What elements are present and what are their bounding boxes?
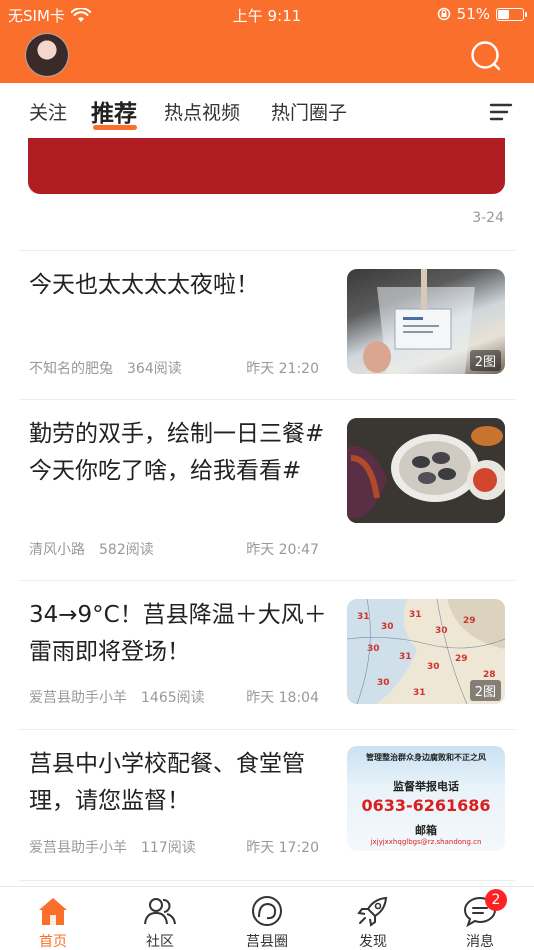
tabbar-community-label: 社区 — [146, 934, 174, 950]
tabbar-home-label: 首页 — [39, 934, 67, 950]
tabbar-messages-label: 消息 — [466, 934, 494, 950]
svg-text:30: 30 — [427, 662, 440, 672]
thumb-email: jxjyjxxhqglbgs@rz.shandong.cn — [370, 838, 482, 846]
feed-item[interactable]: 今天也太太太太夜啦！ 不知名的肥兔 364阅读 昨天 21:20 2图 — [0, 251, 534, 399]
divider — [19, 880, 515, 881]
status-bar: 无SIM卡 上午 9:11 51% — [0, 0, 534, 30]
feed-item-thumbnail[interactable]: 管理整治群众身边腐败和不正之风 监督举报电话 0633-6261686 邮箱 j… — [347, 746, 505, 851]
thumb-phone: 0633-6261686 — [361, 796, 491, 815]
feed-item-meta: 爱莒县助手小羊 1465阅读 昨天 18:04 — [29, 687, 319, 707]
tab-recommend[interactable]: 推荐 — [91, 94, 137, 128]
food-image — [347, 418, 505, 523]
feed-item-thumbnail[interactable]: 2图 — [347, 269, 505, 374]
rocket-icon — [357, 896, 388, 927]
image-count-badge: 2图 — [469, 350, 501, 371]
battery-percent: 51% — [456, 5, 490, 23]
circle-icon — [252, 896, 282, 926]
feed-item[interactable]: 勤劳的双手，绘制一日三餐#今天你吃了啥，给我看看# 清风小路 582阅读 昨天 … — [0, 400, 534, 580]
feed-item-author: 不知名的肥兔 — [29, 361, 113, 377]
feed-item-reads: 582阅读 — [99, 542, 154, 558]
home-icon — [39, 898, 67, 925]
svg-text:30: 30 — [435, 626, 448, 636]
feed-item-thumbnail[interactable]: 31 30 31 30 29 30 31 30 29 28 30 31 2图 — [347, 599, 505, 704]
feed-item-time: 昨天 21:20 — [246, 361, 319, 377]
active-tab-indicator — [93, 125, 137, 130]
banner-image[interactable] — [28, 138, 505, 194]
news-feed[interactable]: 3-24 今天也太太太太夜啦！ 不知名的肥兔 364阅读 昨天 21:20 2图… — [0, 138, 534, 886]
image-count-badge: 2图 — [469, 680, 501, 701]
feed-item-meta: 清风小路 582阅读 昨天 20:47 — [29, 539, 319, 559]
tabbar-community[interactable]: 社区 — [125, 887, 195, 950]
status-right: 51% — [437, 5, 527, 23]
user-avatar[interactable] — [25, 33, 69, 77]
svg-text:31: 31 — [413, 688, 426, 698]
svg-text:31: 31 — [357, 612, 370, 622]
tabbar-messages[interactable]: 2 消息 — [445, 887, 515, 950]
svg-text:29: 29 — [463, 616, 476, 626]
feed-item-time: 昨天 18:04 — [246, 690, 319, 706]
tab-follow[interactable]: 关注 — [29, 98, 67, 125]
tab-hot-circles[interactable]: 热门圈子 — [271, 98, 347, 125]
banner-date: 3-24 — [472, 210, 504, 226]
bottom-tab-bar: 首页 社区 莒县圈 发现 2 消息 — [0, 886, 534, 950]
thumb-line1: 管理整治群众身边腐败和不正之风 — [366, 753, 486, 762]
feed-item-time: 昨天 17:20 — [246, 840, 319, 856]
feed-item[interactable]: 莒县中小学校配餐、食堂管理，请您监督！ 爱莒县助手小羊 117阅读 昨天 17:… — [0, 730, 534, 880]
search-icon[interactable] — [468, 38, 504, 74]
feed-item-meta: 不知名的肥兔 364阅读 昨天 21:20 — [29, 358, 319, 378]
feed-item-author: 爱莒县助手小羊 — [29, 690, 127, 706]
svg-text:30: 30 — [377, 678, 390, 688]
battery-icon — [496, 7, 527, 21]
feed-item-title[interactable]: 莒县中小学校配餐、食堂管理，请您监督！ — [29, 746, 329, 820]
tabbar-circle[interactable]: 莒县圈 — [232, 887, 302, 950]
feed-item-title[interactable]: 勤劳的双手，绘制一日三餐#今天你吃了啥，给我看看# — [29, 416, 329, 490]
rotation-lock-icon — [437, 7, 450, 21]
category-tabs: 关注 推荐 热点视频 热门圈子 — [0, 83, 534, 138]
svg-text:28: 28 — [483, 670, 496, 680]
feed-item-title[interactable]: 34→9°C！莒县降温＋大风＋雷雨即将登场！ — [29, 597, 329, 671]
feed-item[interactable]: 34→9°C！莒县降温＋大风＋雷雨即将登场！ 爱莒县助手小羊 1465阅读 昨天… — [0, 581, 534, 729]
feed-item-title[interactable]: 今天也太太太太夜啦！ — [29, 267, 329, 304]
tab-hot-video[interactable]: 热点视频 — [164, 98, 240, 125]
feed-item-meta: 爱莒县助手小羊 117阅读 昨天 17:20 — [29, 837, 319, 857]
feed-item-author: 爱莒县助手小羊 — [29, 840, 127, 856]
feed-item-time: 昨天 20:47 — [246, 542, 319, 558]
menu-lines-icon[interactable] — [489, 102, 513, 122]
top-bar: 无SIM卡 上午 9:11 51% — [0, 0, 534, 83]
tabbar-circle-label: 莒县圈 — [246, 934, 288, 950]
thumb-line3: 邮箱 — [415, 824, 437, 837]
svg-text:31: 31 — [399, 652, 412, 662]
tabbar-discover-label: 发现 — [359, 934, 387, 950]
community-icon — [144, 898, 176, 925]
feed-item-reads: 117阅读 — [141, 840, 196, 856]
message-count-badge: 2 — [485, 889, 507, 911]
svg-text:30: 30 — [381, 622, 394, 632]
tabbar-discover[interactable]: 发现 — [338, 887, 408, 950]
svg-text:29: 29 — [455, 654, 468, 664]
thumb-line2: 监督举报电话 — [393, 780, 459, 793]
svg-text:31: 31 — [409, 610, 422, 620]
feed-item-thumbnail[interactable] — [347, 418, 505, 523]
feed-item-reads: 364阅读 — [127, 361, 182, 377]
feed-item-reads: 1465阅读 — [141, 690, 205, 706]
feed-item-author: 清风小路 — [29, 542, 85, 558]
svg-text:30: 30 — [367, 644, 380, 654]
tabbar-home[interactable]: 首页 — [18, 887, 88, 950]
